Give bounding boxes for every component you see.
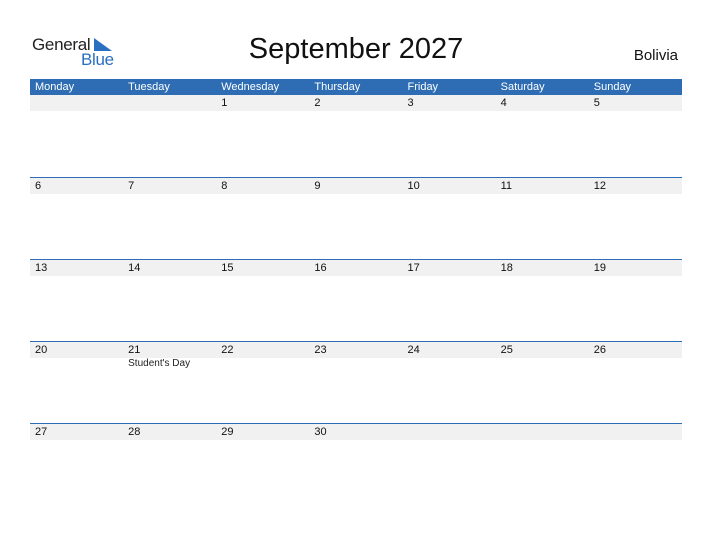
day-number: 14 — [128, 262, 141, 274]
week-row: 20 21 22 23 24 25 26 Student's Day — [30, 341, 682, 423]
day-number: 12 — [593, 180, 606, 192]
holiday-label — [30, 358, 123, 370]
event-strip: Student's Day — [30, 358, 682, 370]
day-number: 29 — [221, 426, 234, 438]
weekday-wednesday: Wednesday — [221, 81, 280, 93]
weekday-friday: Friday — [407, 81, 439, 93]
week-row: 6 7 8 9 10 11 12 — [30, 177, 682, 259]
date-strip: 13 14 15 16 17 18 19 — [30, 260, 682, 276]
day-number: 11 — [500, 180, 513, 192]
day-number: 15 — [221, 262, 234, 274]
holiday-label — [403, 358, 496, 370]
page-title: September 2027 — [248, 33, 464, 65]
weekday-tuesday: Tuesday — [128, 81, 170, 93]
day-number — [496, 424, 589, 440]
date-strip: 1 2 3 4 5 — [30, 95, 682, 111]
day-number: 9 — [314, 180, 321, 192]
week-row: 1 2 3 4 5 — [30, 95, 682, 177]
holiday-label — [309, 358, 402, 370]
day-number: 27 — [35, 426, 48, 438]
weekday-monday: Monday — [35, 81, 75, 93]
week-row: 27 28 29 30 — [30, 423, 682, 505]
day-number: 7 — [128, 180, 135, 192]
date-strip: 6 7 8 9 10 11 12 — [30, 178, 682, 194]
day-number: 1 — [221, 97, 228, 109]
day-number: 26 — [593, 344, 606, 356]
week-row: 13 14 15 16 17 18 19 — [30, 259, 682, 341]
day-number: 20 — [35, 344, 48, 356]
weekday-thursday: Thursday — [314, 81, 361, 93]
day-number — [123, 95, 216, 111]
day-number — [589, 424, 682, 440]
day-number: 16 — [314, 262, 327, 274]
day-number: 3 — [407, 97, 414, 109]
day-number: 30 — [314, 426, 327, 438]
day-number: 6 — [35, 180, 42, 192]
calendar-grid: Monday Tuesday Wednesday Thursday Friday… — [30, 79, 682, 505]
holiday-label — [589, 358, 682, 370]
day-number: 22 — [221, 344, 234, 356]
weekday-sunday: Sunday — [593, 81, 632, 93]
day-number: 10 — [407, 180, 420, 192]
day-number: 13 — [35, 262, 48, 274]
day-number: 21 — [128, 344, 141, 356]
holiday-label: Student's Day — [128, 358, 191, 369]
day-number — [403, 424, 496, 440]
day-number: 23 — [314, 344, 327, 356]
day-number: 28 — [128, 426, 141, 438]
day-number: 24 — [407, 344, 420, 356]
day-number: 2 — [314, 97, 321, 109]
day-number: 5 — [593, 97, 600, 109]
holiday-label — [216, 358, 309, 370]
date-strip: 20 21 22 23 24 25 26 — [30, 342, 682, 358]
day-number — [30, 95, 123, 111]
weekday-saturday: Saturday — [500, 81, 545, 93]
holiday-label — [496, 358, 589, 370]
country-label: Bolivia — [633, 47, 678, 64]
weekday-header: Monday Tuesday Wednesday Thursday Friday… — [30, 79, 682, 95]
day-number: 8 — [221, 180, 228, 192]
day-number: 19 — [593, 262, 606, 274]
day-number: 17 — [407, 262, 420, 274]
date-strip: 27 28 29 30 — [30, 424, 682, 440]
day-number: 4 — [500, 97, 507, 109]
day-number: 25 — [500, 344, 513, 356]
day-number: 18 — [500, 262, 513, 274]
